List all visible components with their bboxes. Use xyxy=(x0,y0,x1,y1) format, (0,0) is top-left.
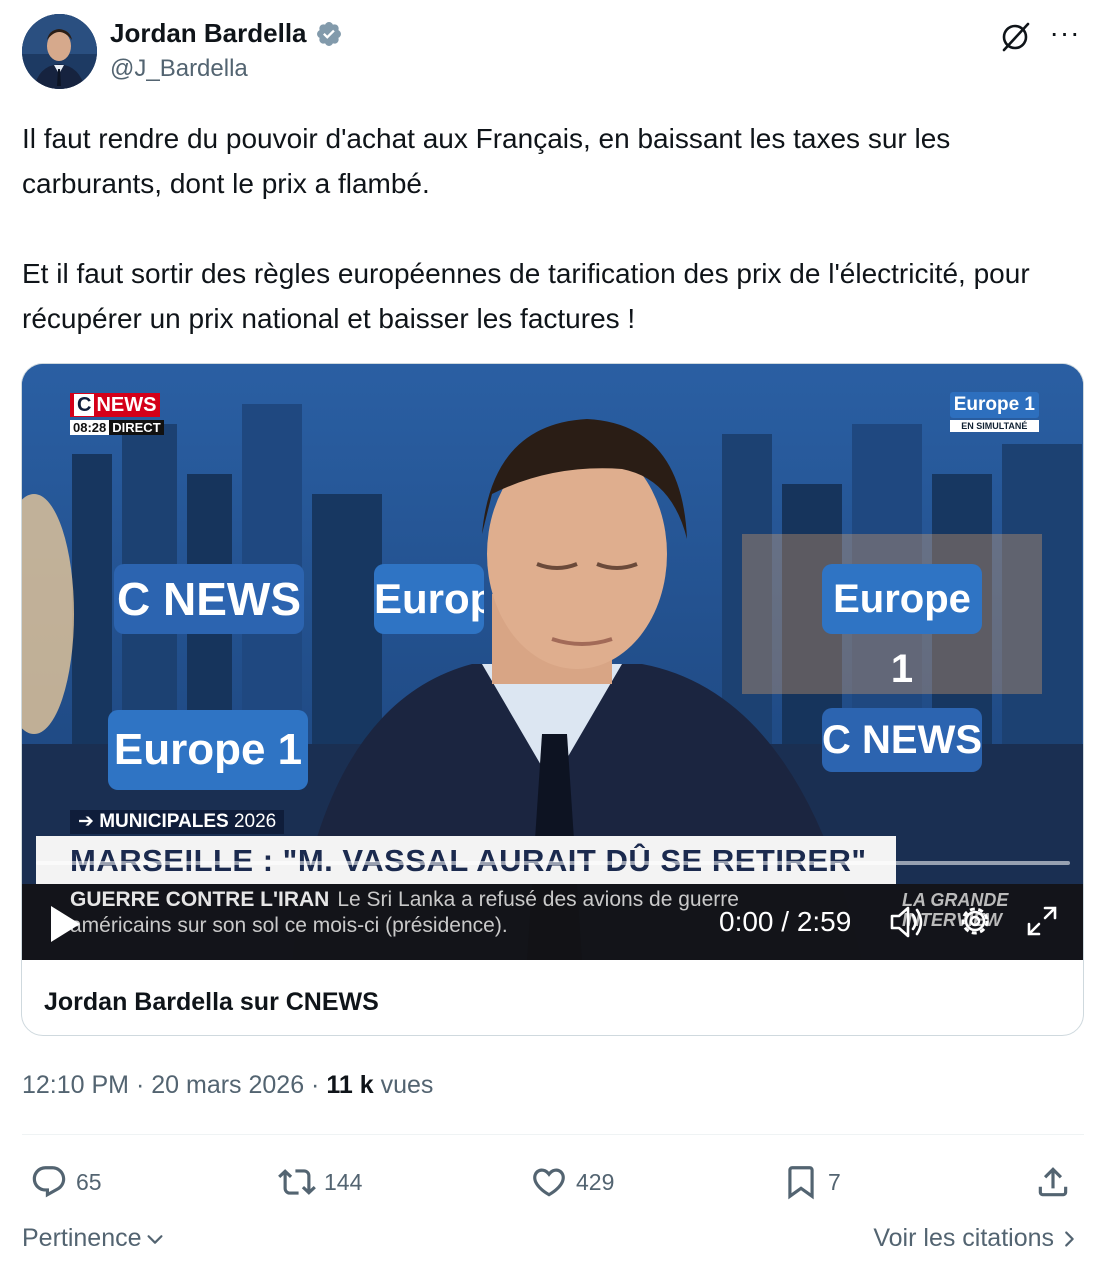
studio-europe1-logo-left: Europe 1 xyxy=(108,710,308,790)
repost-button[interactable]: 144 xyxy=(278,1160,362,1204)
chevron-right-icon xyxy=(1065,1230,1074,1247)
europe1-name: Europe 1 xyxy=(949,392,1039,418)
heart-icon xyxy=(533,1168,565,1197)
author-handle[interactable]: @J_Bardella xyxy=(110,55,343,83)
europe1-corner-logo: Europe 1 EN SIMULTANÉ xyxy=(949,392,1039,432)
divider xyxy=(22,1134,1084,1135)
clock-live: DIRECT xyxy=(109,420,164,435)
meta-separator-2: · xyxy=(304,1071,327,1099)
cnews-logo-c: C xyxy=(74,394,95,416)
video-time: 0:00 / 2:59 xyxy=(719,906,852,937)
studio-europe1-logo-right: Europe 1 xyxy=(822,564,982,691)
studio-cnews-logo: C NEWS xyxy=(114,564,304,634)
video-controls: 0:00 / 2:59 xyxy=(22,886,1083,960)
kicker-label: ➔ MUNICIPALES xyxy=(78,811,229,832)
card-caption[interactable]: Jordan Bardella sur CNEWS xyxy=(44,988,379,1017)
like-count: 429 xyxy=(576,1168,615,1195)
studio-cnews-logo-right: C NEWS xyxy=(822,708,982,772)
video-progress-bar[interactable] xyxy=(36,861,1070,865)
settings-icon[interactable] xyxy=(956,902,994,940)
repost-icon xyxy=(278,1169,316,1195)
video-card[interactable]: C NEWS 08:28 DIRECT Europe 1 EN SIMULTANÉ … xyxy=(21,363,1084,1036)
clock-time: 08:28 xyxy=(70,420,110,435)
avatar[interactable] xyxy=(22,14,97,89)
author-name[interactable]: Jordan Bardella xyxy=(110,18,307,49)
avatar-photo xyxy=(22,14,97,89)
tweet-header: Jordan Bardella @J_Bardella ··· xyxy=(22,14,1082,94)
europe1-sub: EN SIMULTANÉ xyxy=(949,420,1039,432)
action-bar: 65 144 429 7 xyxy=(22,1160,1084,1204)
headline-banner: MARSEILLE : "M. VASSAL AURAIT DÛ SE RETI… xyxy=(36,836,896,884)
reply-icon xyxy=(32,1166,66,1198)
like-button[interactable]: 429 xyxy=(530,1160,614,1204)
volume-icon[interactable] xyxy=(888,904,926,940)
share-icon xyxy=(1038,1167,1068,1197)
tweet-time[interactable]: 12:10 PM xyxy=(22,1071,129,1099)
verified-badge-icon[interactable] xyxy=(315,20,343,48)
kicker-year: 2026 xyxy=(233,811,277,832)
cnews-logo: C NEWS xyxy=(70,393,161,417)
studio-europe1-logo: Europe 1 xyxy=(374,564,484,634)
cnews-logo-name: NEWS xyxy=(96,394,157,416)
bookmark-button[interactable]: 7 xyxy=(782,1160,841,1204)
view-quotes-link[interactable]: Voir les citations xyxy=(873,1224,1080,1253)
views-count: 11 k xyxy=(326,1071,374,1099)
tweet-meta: 12:10 PM · 20 mars 2026 · 11 k vues xyxy=(22,1071,433,1100)
view-quotes-label: Voir les citations xyxy=(873,1224,1054,1252)
chevron-down-icon xyxy=(147,1234,163,1244)
reply-count: 65 xyxy=(76,1168,102,1195)
bookmark-icon xyxy=(788,1166,814,1200)
headline-kicker: ➔ MUNICIPALES 2026 xyxy=(70,810,285,834)
meta-separator: · xyxy=(129,1071,152,1099)
video-player[interactable]: C NEWS 08:28 DIRECT Europe 1 EN SIMULTANÉ … xyxy=(22,364,1083,960)
bookmark-count: 7 xyxy=(828,1168,841,1195)
tweet-text: Il faut rendre du pouvoir d'achat aux Fr… xyxy=(22,116,1082,386)
fullscreen-icon[interactable] xyxy=(1025,904,1059,938)
reply-button[interactable]: 65 xyxy=(30,1160,102,1204)
tweet-paragraph-2: Et il faut sortir des règles européennes… xyxy=(22,258,1030,334)
share-button[interactable] xyxy=(1034,1160,1080,1204)
broadcast-clock: 08:28 DIRECT xyxy=(70,420,164,436)
more-icon[interactable]: ··· xyxy=(1048,19,1082,52)
views-label: vues xyxy=(380,1071,434,1099)
sort-label: Pertinence xyxy=(22,1224,142,1252)
grok-icon[interactable] xyxy=(998,20,1032,54)
tweet-date[interactable]: 20 mars 2026 xyxy=(151,1071,304,1099)
tweet-paragraph-1: Il faut rendre du pouvoir d'achat aux Fr… xyxy=(22,123,951,199)
play-icon[interactable] xyxy=(48,904,82,944)
sort-dropdown[interactable]: Pertinence xyxy=(22,1224,166,1253)
repost-count: 144 xyxy=(324,1168,363,1195)
